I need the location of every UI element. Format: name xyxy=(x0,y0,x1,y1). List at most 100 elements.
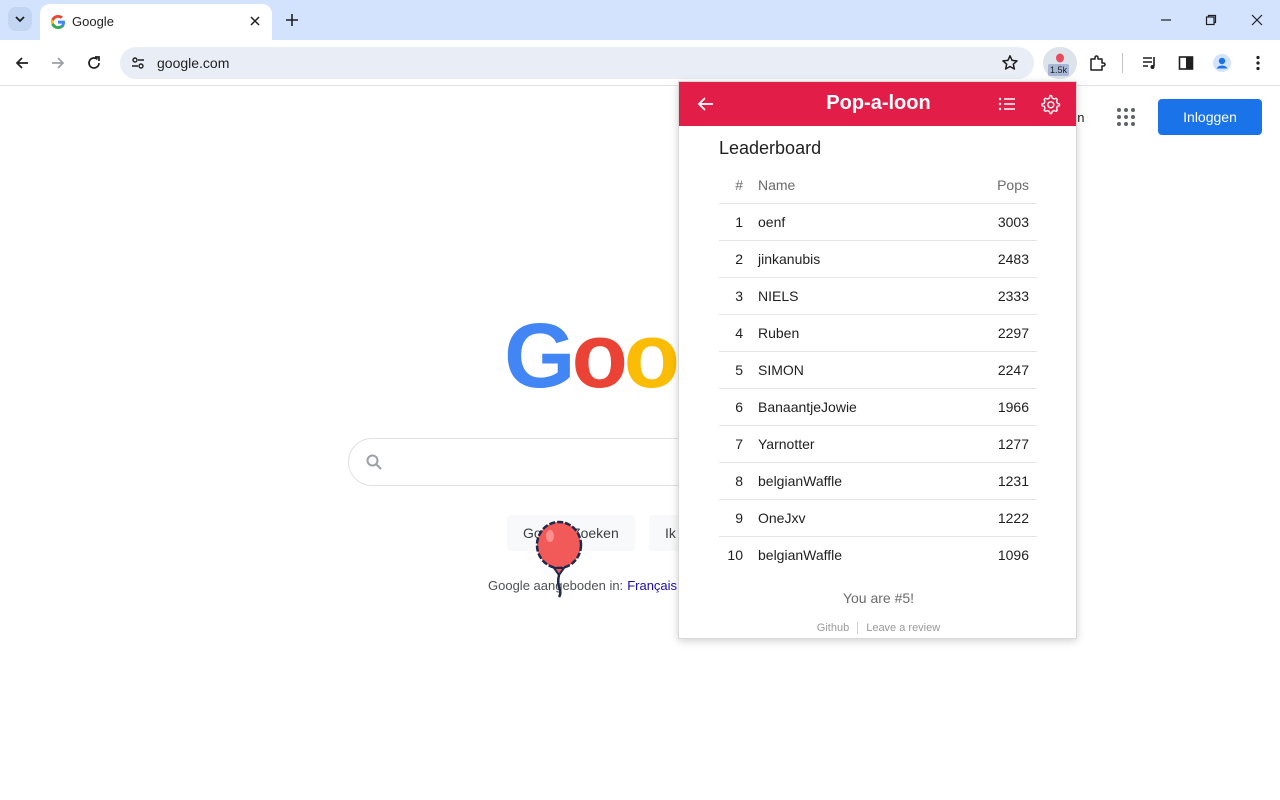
language-link[interactable]: Français xyxy=(627,578,677,593)
close-window-button[interactable] xyxy=(1247,10,1267,30)
google-apps-icon[interactable] xyxy=(1116,107,1136,127)
media-controls-button[interactable] xyxy=(1139,52,1161,74)
column-header-name: Name xyxy=(743,168,961,204)
row-pops: 2333 xyxy=(960,277,1037,315)
row-name: SIMON xyxy=(743,351,961,389)
row-rank: 9 xyxy=(719,499,743,537)
row-rank: 1 xyxy=(719,203,743,241)
reload-button[interactable] xyxy=(82,51,106,75)
popup-footer: Github Leave a review xyxy=(679,622,1076,635)
back-button[interactable] xyxy=(10,51,34,75)
row-name: OneJxv xyxy=(743,499,961,537)
github-link[interactable]: Github xyxy=(817,622,849,634)
plus-icon xyxy=(286,14,298,26)
url-text: google.com xyxy=(157,55,230,71)
row-rank: 2 xyxy=(719,240,743,278)
table-row: 10 belgianWaffle 1096 xyxy=(719,536,1037,573)
row-rank: 6 xyxy=(719,388,743,426)
restore-icon xyxy=(1205,14,1217,26)
row-pops: 1277 xyxy=(960,425,1037,463)
tab-close-button[interactable] xyxy=(246,12,264,30)
login-button[interactable]: Inloggen xyxy=(1158,99,1262,135)
row-name: NIELS xyxy=(743,277,961,315)
leaderboard-header-row: # Name Pops xyxy=(719,168,1037,204)
logo-letter: o xyxy=(623,305,680,407)
minimize-button[interactable] xyxy=(1156,10,1176,30)
bookmark-button[interactable] xyxy=(1000,53,1020,73)
forward-button[interactable] xyxy=(46,51,70,75)
logo-letter: G xyxy=(504,305,576,407)
browser-menu-button[interactable] xyxy=(1247,52,1269,74)
google-favicon-icon xyxy=(50,15,65,29)
extension-badge: 1.5k xyxy=(1048,64,1070,76)
row-rank: 8 xyxy=(719,462,743,500)
row-pops: 2297 xyxy=(960,314,1037,352)
tab-strip: Google xyxy=(0,0,1280,40)
table-row: 1 oenf 3003 xyxy=(719,203,1037,241)
row-rank: 7 xyxy=(719,425,743,463)
close-icon xyxy=(1251,14,1263,26)
toolbar-divider xyxy=(1122,53,1123,73)
balloon-icon[interactable] xyxy=(532,520,586,598)
leaderboard-title: Leaderboard xyxy=(719,138,822,158)
user-rank-text: You are #5! xyxy=(842,590,915,606)
restore-button[interactable] xyxy=(1201,10,1221,30)
table-row: 4 Ruben 2297 xyxy=(719,314,1037,352)
tab-google[interactable]: Google xyxy=(40,4,272,40)
site-info-button[interactable] xyxy=(128,53,148,73)
column-header-rank: # xyxy=(719,168,743,204)
avatar-icon xyxy=(1213,54,1231,72)
close-icon xyxy=(250,16,260,26)
leaderboard-table: # Name Pops 1 oenf 3003 2 jinkanubis 2483 3N… xyxy=(719,168,1037,573)
row-name: Ruben xyxy=(743,314,961,352)
extensions-button[interactable] xyxy=(1086,52,1108,74)
puzzle-icon xyxy=(1090,55,1106,71)
profile-button[interactable] xyxy=(1211,52,1233,74)
more-vertical-icon xyxy=(1256,55,1260,71)
row-name: jinkanubis xyxy=(743,240,961,278)
table-row: 3 NIELS 2333 xyxy=(719,277,1037,315)
side-panel-button[interactable] xyxy=(1175,52,1197,74)
row-name: oenf xyxy=(743,203,961,241)
table-row: 2 jinkanubis 2483 xyxy=(719,240,1037,278)
row-name: belgianWaffle xyxy=(743,462,961,500)
side-panel-icon xyxy=(1178,56,1194,70)
arrow-left-icon xyxy=(15,57,28,69)
chevron-down-icon xyxy=(15,16,25,23)
row-pops: 1096 xyxy=(997,546,1029,563)
row-pops: 1966 xyxy=(960,388,1037,426)
minimize-icon xyxy=(1161,19,1171,21)
table-row: 9 OneJxv 1222 xyxy=(719,499,1037,537)
row-name: BanaantjeJowie xyxy=(743,388,961,426)
table-row: 6 BanaantjeJowie 1966 xyxy=(719,388,1037,426)
reload-icon xyxy=(88,56,100,69)
star-icon xyxy=(1002,55,1018,70)
list-icon[interactable] xyxy=(996,93,1018,115)
row-rank: 4 xyxy=(719,314,743,352)
table-row: 7 Yarnotter 1277 xyxy=(719,425,1037,463)
column-header-pops: Pops xyxy=(960,168,1037,204)
popup-header: Pop-a-loon xyxy=(679,82,1076,126)
arrow-right-icon xyxy=(52,57,65,69)
queue-music-icon xyxy=(1143,57,1155,69)
search-icon xyxy=(366,454,382,470)
row-name: belgianWaffle xyxy=(758,546,843,563)
new-tab-button[interactable] xyxy=(282,10,302,30)
tab-search-button[interactable] xyxy=(8,7,32,31)
row-rank: 3 xyxy=(719,277,743,315)
table-row: 5 SIMON 2247 xyxy=(719,351,1037,389)
gear-icon[interactable] xyxy=(1039,93,1061,115)
row-pops: 2483 xyxy=(960,240,1037,278)
leave-review-link[interactable]: Leave a review xyxy=(866,622,940,634)
row-pops: 1231 xyxy=(960,462,1037,500)
logo-letter: o xyxy=(571,305,628,407)
pop-a-loon-popup: Pop-a-loon Leaderboard # Name Pops 1 oenf… xyxy=(678,81,1077,639)
row-rank: 5 xyxy=(719,351,743,389)
row-name: Yarnotter xyxy=(743,425,961,463)
row-pops: 1222 xyxy=(960,499,1037,537)
address-bar[interactable]: google.com xyxy=(120,47,1034,79)
table-row: 8 belgianWaffle 1231 xyxy=(719,462,1037,500)
tab-title: Google xyxy=(72,14,114,29)
tune-icon xyxy=(132,57,144,69)
footer-divider xyxy=(857,622,859,635)
